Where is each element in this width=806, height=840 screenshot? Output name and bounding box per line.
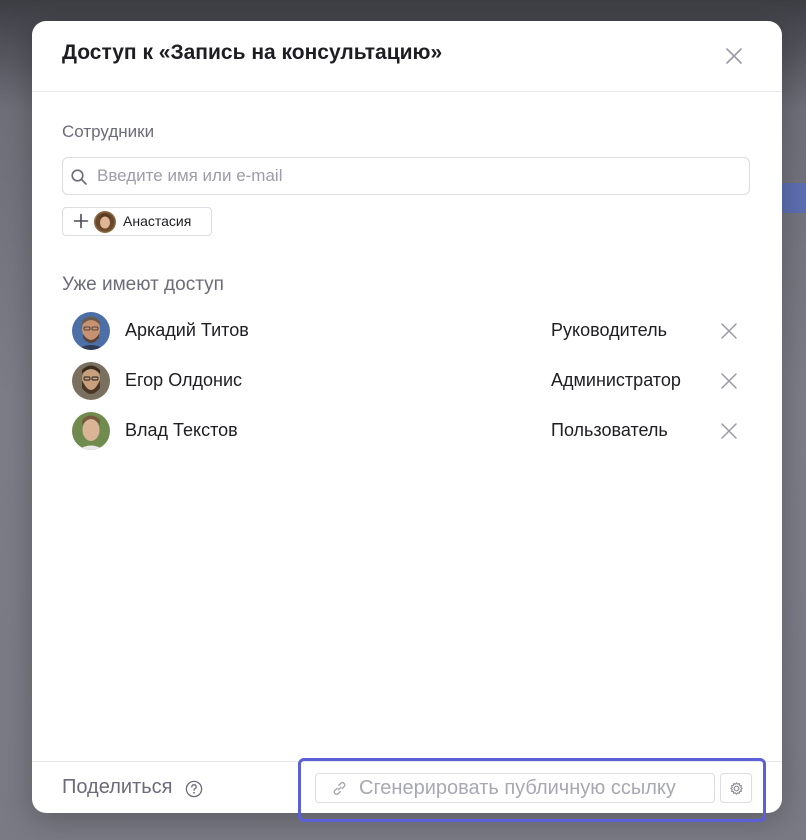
remove-icon	[721, 373, 737, 389]
link-icon	[333, 781, 346, 796]
employees-label: Сотрудники	[62, 122, 155, 141]
employee-search	[62, 157, 750, 195]
access-dialog: Доступ к «Запись на консультацию» Сотруд…	[32, 21, 782, 813]
plus-icon	[73, 213, 89, 229]
member-row: Аркадий Титов Руководитель	[62, 311, 752, 351]
suggested-user-name: Анастасия	[123, 213, 192, 229]
close-button[interactable]	[722, 44, 746, 68]
avatar	[72, 412, 110, 450]
dialog-title: Доступ к «Запись на консультацию»	[62, 41, 443, 64]
avatar	[72, 362, 110, 400]
close-icon	[726, 48, 742, 64]
member-role[interactable]: Руководитель	[551, 320, 667, 341]
dialog-header: Доступ к «Запись на консультацию»	[32, 21, 782, 92]
remove-member-button[interactable]	[719, 421, 739, 441]
share-label: Поделиться	[62, 776, 173, 798]
member-name: Влад Текстов	[125, 420, 238, 440]
help-button[interactable]	[185, 780, 203, 798]
member-role[interactable]: Администратор	[551, 370, 681, 391]
gear-icon	[730, 782, 743, 795]
background-element	[782, 183, 806, 213]
search-input[interactable]	[97, 158, 737, 194]
dialog-footer: Поделиться Сгенерировать публичную ссылк…	[32, 761, 782, 814]
avatar	[72, 312, 110, 350]
member-name: Егор Олдонис	[125, 370, 243, 390]
generate-public-link-button[interactable]: Сгенерировать публичную ссылку	[315, 773, 715, 803]
suggested-user-chip[interactable]: Анастасия	[62, 207, 212, 236]
remove-member-button[interactable]	[719, 321, 739, 341]
generate-link-label: Сгенерировать публичную ссылку	[359, 777, 676, 799]
member-row: Влад Текстов Пользователь	[62, 411, 752, 451]
member-role[interactable]: Пользователь	[551, 420, 668, 441]
help-icon	[185, 780, 203, 798]
access-heading: Уже имеют доступ	[62, 274, 224, 295]
remove-icon	[721, 323, 737, 339]
link-settings-button[interactable]	[720, 773, 752, 803]
avatar	[94, 211, 116, 233]
remove-icon	[721, 423, 737, 439]
search-icon	[71, 169, 87, 185]
member-name: Аркадий Титов	[125, 320, 249, 340]
remove-member-button[interactable]	[719, 371, 739, 391]
member-row: Егор Олдонис Администратор	[62, 361, 752, 401]
